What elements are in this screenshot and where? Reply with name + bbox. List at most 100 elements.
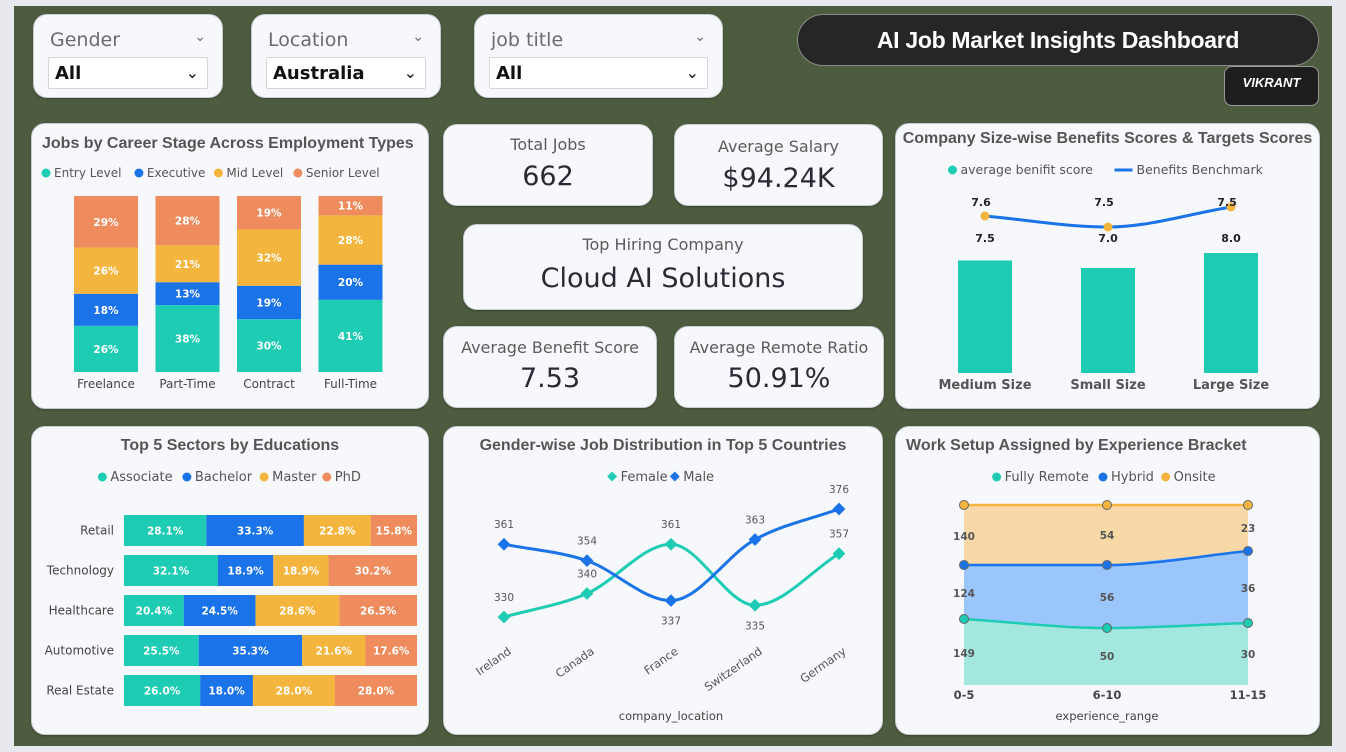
benchmark-point	[980, 211, 990, 221]
data-label: 361	[661, 519, 681, 531]
data-point	[1102, 560, 1112, 570]
data-label: 15.8%	[376, 526, 413, 538]
data-label: 21.6%	[316, 646, 353, 658]
gender-dropdown[interactable]: All ⌄	[48, 57, 208, 89]
legend-label: Male	[683, 470, 714, 485]
data-label: 28%	[175, 216, 201, 228]
legend-dot-marker	[1098, 472, 1108, 482]
legend-label: Senior Level	[306, 166, 380, 180]
location-dropdown[interactable]: Australia ⌄	[266, 57, 426, 89]
data-label: 19%	[256, 208, 282, 220]
kpi-value: 50.91%	[727, 363, 831, 394]
tick-label: Technology	[46, 564, 114, 578]
legend-dot-marker	[992, 472, 1002, 482]
data-label: 28.1%	[147, 526, 184, 538]
data-label: 337	[661, 616, 681, 628]
legend-dot-marker	[322, 472, 332, 482]
data-label: 35.3%	[232, 646, 269, 658]
chevron-down-icon[interactable]: ⌄	[686, 63, 699, 82]
location-slicer[interactable]: Location ⌄ Australia ⌄	[251, 14, 441, 98]
legend-label: Benefits Benchmark	[1137, 162, 1264, 177]
axis-label: experience_range	[1056, 709, 1159, 723]
legend-label: Bachelor	[195, 470, 253, 485]
slicer-label: Gender	[50, 29, 121, 51]
data-label: 28.6%	[279, 606, 316, 618]
data-point	[832, 502, 846, 516]
legend-label: average benifit score	[961, 162, 1094, 177]
chevron-down-icon[interactable]: ⌄	[694, 29, 706, 45]
data-label: 41%	[338, 331, 364, 343]
slicer-value: All	[496, 63, 523, 84]
data-label: 20%	[338, 277, 364, 289]
work-setup-chart-card: Work Setup Assigned by Experience Bracke…	[895, 426, 1320, 735]
data-point	[497, 537, 511, 551]
data-point	[1102, 500, 1112, 510]
legend-diamond-marker	[669, 471, 680, 482]
benefits-chart: average benifit score Benefits Benchmark M…	[938, 162, 1269, 393]
data-label: 36	[1241, 583, 1256, 595]
legend-dot-marker	[41, 168, 51, 178]
data-label: 8.0	[1221, 232, 1241, 245]
data-label: 7.0	[1098, 232, 1118, 245]
chevron-down-icon[interactable]: ⌄	[186, 63, 199, 82]
dashboard-title: AI Job Market Insights Dashboard	[797, 14, 1319, 66]
chart-title: Jobs by Career Stage Across Employment T…	[42, 135, 414, 152]
data-label: 26%	[93, 344, 119, 356]
chevron-down-icon[interactable]: ⌄	[194, 29, 206, 45]
job-title-slicer[interactable]: job title ⌄ All ⌄	[474, 14, 723, 98]
data-label: 19%	[256, 297, 282, 309]
legend-label: Entry Level	[54, 166, 121, 180]
kpi-value: 7.53	[519, 363, 581, 394]
data-label: 11%	[338, 201, 364, 213]
work-setup-chart: Fully Remote Hybrid Onsite 149 50 30 124 56 36 14…	[953, 470, 1266, 723]
legend-dot-marker	[134, 168, 144, 178]
data-point	[1243, 618, 1253, 628]
data-point	[664, 537, 678, 551]
data-label: 56	[1100, 592, 1115, 604]
data-label: 18.0%	[208, 686, 245, 698]
axis-label: company_location	[619, 709, 723, 723]
data-label: 54	[1100, 530, 1115, 542]
tick-label: Automotive	[45, 644, 114, 658]
data-label: 25.5%	[143, 646, 180, 658]
data-label: 18.9%	[283, 566, 320, 578]
job-title-dropdown[interactable]: All ⌄	[489, 57, 708, 89]
data-label: 38%	[175, 334, 201, 346]
data-label: 24.5%	[201, 606, 238, 618]
data-point	[1243, 546, 1253, 556]
tick-label: Switzerland	[702, 644, 765, 694]
gender-slicer[interactable]: Gender ⌄ All ⌄	[33, 14, 223, 98]
kpi-label: Total Jobs	[510, 135, 586, 154]
chevron-down-icon[interactable]: ⌄	[412, 29, 424, 45]
slicer-label: Location	[268, 29, 349, 51]
data-label: 30.2%	[355, 566, 392, 578]
chevron-down-icon[interactable]: ⌄	[404, 63, 417, 82]
legend-label: Mid Level	[226, 166, 283, 180]
data-label: 340	[577, 569, 597, 581]
legend-dot-marker	[213, 168, 223, 178]
data-point	[580, 554, 594, 568]
data-label: 20.4%	[136, 606, 173, 618]
data-label: 140	[953, 531, 975, 543]
data-label: 22.8%	[319, 526, 356, 538]
benchmark-point	[1103, 222, 1113, 232]
data-point	[580, 587, 594, 600]
kpi-value: 662	[522, 161, 574, 192]
kpi-label: Average Benefit Score	[461, 338, 639, 357]
data-label: 7.5	[1217, 196, 1237, 209]
tick-label: 0-5	[954, 688, 975, 702]
tick-label: 6-10	[1093, 688, 1122, 702]
data-point	[748, 598, 762, 612]
slicer-value: All	[55, 63, 82, 84]
data-label: 29%	[93, 217, 119, 229]
legend-dot-marker	[182, 472, 192, 482]
data-label: 30%	[256, 341, 282, 353]
legend-dot-marker	[293, 168, 303, 178]
tick-label: Medium Size	[938, 378, 1031, 393]
kpi-label: Average Salary	[717, 137, 840, 156]
bar	[958, 260, 1012, 373]
data-label: 361	[494, 519, 514, 531]
legend-diamond-marker	[607, 471, 618, 482]
total-jobs-card: Total Jobs 662	[443, 124, 653, 206]
data-label: 354	[577, 536, 597, 548]
